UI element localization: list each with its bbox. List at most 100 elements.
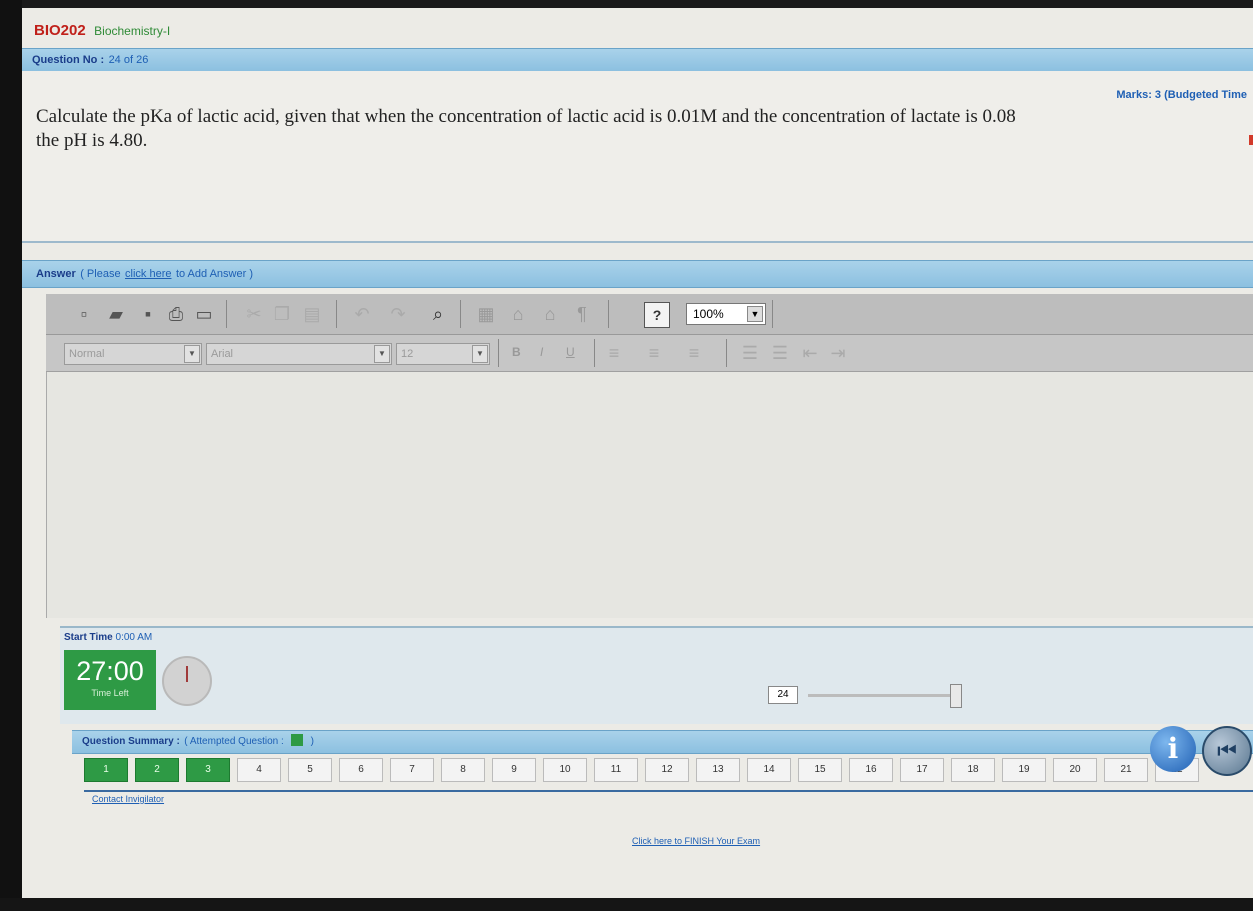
clock-icon bbox=[162, 656, 212, 706]
copy-icon[interactable]: ❐ bbox=[270, 302, 294, 326]
toolbar-separator bbox=[336, 300, 337, 328]
style-value: Normal bbox=[69, 348, 105, 360]
print-icon[interactable]: ⎙ bbox=[164, 302, 188, 326]
info-button[interactable]: i bbox=[1150, 726, 1196, 772]
open-icon[interactable]: ▰ bbox=[104, 302, 128, 326]
answer-editor[interactable] bbox=[46, 372, 1253, 618]
question-number-cell[interactable]: 18 bbox=[951, 758, 995, 782]
contact-invigilator-link[interactable]: Contact Invigilator bbox=[92, 794, 164, 804]
question-number-cell[interactable]: 15 bbox=[798, 758, 842, 782]
question-number-cell[interactable]: 9 bbox=[492, 758, 536, 782]
size-select[interactable]: 12 ▼ bbox=[396, 343, 490, 365]
summary-hint-suffix: ) bbox=[310, 736, 315, 747]
toolbar-separator bbox=[226, 300, 227, 328]
print-preview-icon[interactable]: ▭ bbox=[192, 302, 216, 326]
finish-exam-link[interactable]: Click here to FINISH Your Exam bbox=[632, 836, 760, 846]
format-toolbar: Normal ▼ Arial ▼ 12 ▼ B I U ≡ ≡ ≡ ☰ ☰ ⇤ … bbox=[46, 335, 1253, 372]
question-panel: Marks: 3 (Budgeted Time Calculate the pK… bbox=[22, 71, 1253, 243]
add-answer-link[interactable]: click here bbox=[125, 268, 171, 280]
outdent-icon[interactable]: ⇤ bbox=[798, 341, 822, 365]
numbered-list-icon[interactable]: ☰ bbox=[738, 341, 762, 365]
paste-icon[interactable]: ▤ bbox=[300, 302, 324, 326]
italic-button[interactable]: I bbox=[540, 345, 543, 359]
toolbar-separator bbox=[772, 300, 773, 328]
save-icon[interactable]: ▪ bbox=[136, 302, 160, 326]
start-time: Start Time 0:00 AM bbox=[64, 632, 152, 643]
find-icon[interactable]: ⌕ bbox=[426, 302, 450, 326]
question-number-cell[interactable]: 7 bbox=[390, 758, 434, 782]
new-icon[interactable]: ▫ bbox=[72, 302, 96, 326]
question-number-cell[interactable]: 5 bbox=[288, 758, 332, 782]
question-number-cell[interactable]: 16 bbox=[849, 758, 893, 782]
redo-icon[interactable]: ↷ bbox=[386, 302, 410, 326]
toolbar-separator bbox=[608, 300, 609, 328]
undo-icon[interactable]: ↶ bbox=[350, 302, 374, 326]
chevron-down-icon[interactable]: ▼ bbox=[184, 345, 200, 363]
size-value: 12 bbox=[401, 348, 414, 360]
time-left-value: 27:00 bbox=[76, 656, 144, 686]
align-left-icon[interactable]: ≡ bbox=[602, 341, 626, 365]
start-time-value: 0:00 AM bbox=[115, 632, 153, 643]
toolbar-separator bbox=[498, 339, 499, 367]
question-number-bar: Question No : 24 of 26 bbox=[22, 48, 1253, 72]
question-jump-input[interactable]: 24 bbox=[768, 686, 798, 704]
style-select[interactable]: Normal ▼ bbox=[64, 343, 202, 365]
font-select[interactable]: Arial ▼ bbox=[206, 343, 392, 365]
exam-window: BIO202 Biochemistry-I Question No : 24 o… bbox=[22, 8, 1253, 903]
question-number-cell[interactable]: 14 bbox=[747, 758, 791, 782]
question-number-cell[interactable]: 8 bbox=[441, 758, 485, 782]
answer-label: Answer bbox=[36, 268, 76, 280]
question-line-1: Calculate the pKa of lactic acid, given … bbox=[36, 106, 1016, 127]
question-number-cell[interactable]: 4 bbox=[237, 758, 281, 782]
question-number-cell[interactable]: 11 bbox=[594, 758, 638, 782]
time-left-label: Time Left bbox=[91, 688, 129, 698]
answer-hint-suffix: to Add Answer ) bbox=[175, 268, 253, 280]
font-value: Arial bbox=[211, 348, 234, 360]
course-name: Biochemistry-I bbox=[94, 24, 171, 38]
editor-toolbar: ▫ ▰ ▪ ⎙ ▭ ✂ ❐ ▤ ↶ ↷ ⌕ ▦ ⌂ ⌂ ¶ ? 100% ▼ bbox=[46, 294, 1253, 335]
cut-icon[interactable]: ✂ bbox=[242, 302, 266, 326]
question-number-cell[interactable]: 10 bbox=[543, 758, 587, 782]
help-icon[interactable]: ? bbox=[644, 302, 670, 328]
question-number-cell[interactable]: 19 bbox=[1002, 758, 1046, 782]
bold-button[interactable]: B bbox=[512, 345, 521, 359]
home-icon[interactable]: ⌂ bbox=[506, 302, 530, 326]
monitor-bezel-left bbox=[0, 0, 22, 911]
first-question-button[interactable]: ⏮ bbox=[1202, 726, 1252, 776]
question-number-cell[interactable]: 12 bbox=[645, 758, 689, 782]
indent-icon[interactable]: ⇥ bbox=[826, 341, 850, 365]
question-number-cell[interactable]: 13 bbox=[696, 758, 740, 782]
attempted-legend-swatch bbox=[291, 733, 304, 746]
answer-hint-prefix: ( Please bbox=[80, 268, 121, 280]
toolbar-separator bbox=[726, 339, 727, 367]
bullet-list-icon[interactable]: ☰ bbox=[768, 341, 792, 365]
insert-image-icon[interactable]: ▦ bbox=[474, 302, 498, 326]
answer-bar: Answer ( Please click here to Add Answer… bbox=[22, 260, 1253, 288]
zoom-select[interactable]: 100% ▼ bbox=[686, 303, 766, 325]
zoom-value: 100% bbox=[693, 307, 724, 321]
chevron-down-icon[interactable]: ▼ bbox=[747, 306, 763, 322]
question-number-grid: 12345678910111213141516171819202122 bbox=[84, 758, 1253, 782]
paragraph-icon[interactable]: ¶ bbox=[570, 302, 594, 326]
question-slider-track[interactable] bbox=[808, 694, 958, 697]
align-center-icon[interactable]: ≡ bbox=[642, 341, 666, 365]
question-number-cell[interactable]: 3 bbox=[186, 758, 230, 782]
time-left-box: 27:00 Time Left bbox=[64, 650, 156, 710]
question-number-cell[interactable]: 6 bbox=[339, 758, 383, 782]
monitor-bezel-bottom bbox=[0, 898, 1253, 911]
question-number-cell[interactable]: 17 bbox=[900, 758, 944, 782]
question-number-cell[interactable]: 21 bbox=[1104, 758, 1148, 782]
chevron-down-icon[interactable]: ▼ bbox=[374, 345, 390, 363]
question-number-cell[interactable]: 1 bbox=[84, 758, 128, 782]
question-line-2: the pH is 4.80. bbox=[36, 130, 148, 151]
underline-button[interactable]: U bbox=[566, 345, 575, 359]
align-right-icon[interactable]: ≡ bbox=[682, 341, 706, 365]
toolbar-separator bbox=[460, 300, 461, 328]
table-icon[interactable]: ⌂ bbox=[538, 302, 562, 326]
question-number-cell[interactable]: 20 bbox=[1053, 758, 1097, 782]
question-number-value: 24 of 26 bbox=[108, 54, 149, 66]
question-slider-thumb[interactable] bbox=[950, 684, 962, 708]
question-text: Calculate the pKa of lactic acid, given … bbox=[36, 105, 1251, 153]
question-number-cell[interactable]: 2 bbox=[135, 758, 179, 782]
chevron-down-icon[interactable]: ▼ bbox=[472, 345, 488, 363]
